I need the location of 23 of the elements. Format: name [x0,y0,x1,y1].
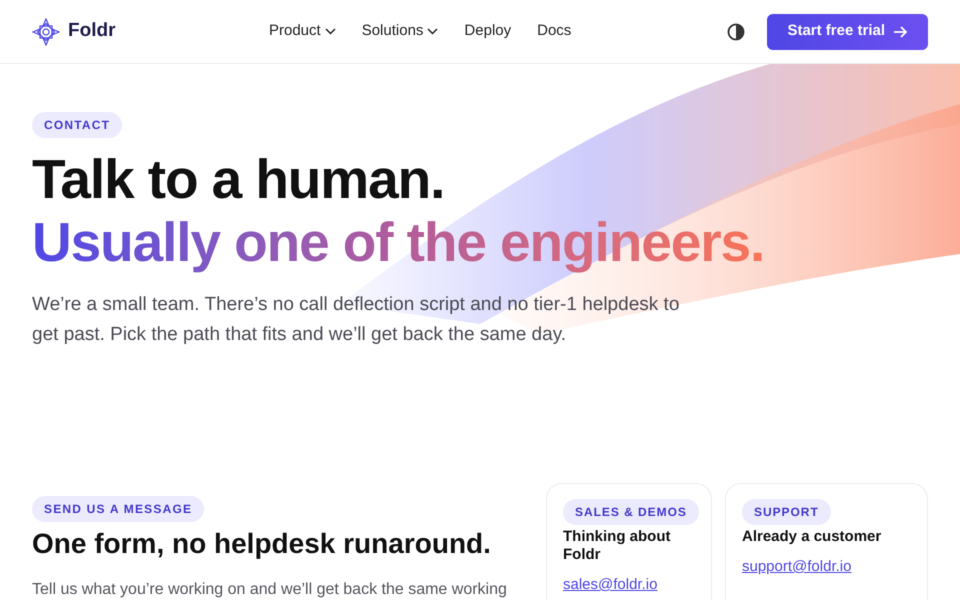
nav-link[interactable]: Solutions [362,20,438,43]
section-eyebrow: CONTACT [32,112,122,138]
section-title: One form, no helpdesk runaround. [32,527,492,561]
card-title: Already a customer [742,528,882,546]
chevron-down-icon [324,28,336,35]
arrow-right-icon [893,26,908,38]
nav-link[interactable]: Docs [537,20,572,43]
card-title: Thinking about Foldr [563,528,672,564]
chevron-down-icon [427,28,438,35]
nav-link[interactable]: Deploy [464,20,512,43]
hero-title: Talk to a human. [32,148,446,210]
section-eyebrow: SEND US A MESSAGE [32,496,204,522]
email-link[interactable]: sales@foldr.io [563,574,695,596]
card-eyebrow: SUPPORT [742,499,831,525]
flower-logo-icon [32,18,60,46]
section-description: Tell us what you’re working on and we’ll get back the same working [32,580,508,600]
email-link[interactable]: support@foldr.io [742,556,911,578]
nav-link[interactable]: Product [269,20,336,43]
brand-name: Foldr [68,19,116,44]
start-trial-button[interactable]: Start free trial [767,14,928,50]
contrast-toggle-icon[interactable] [727,22,746,40]
hero-description: We’re a small team. There’s no call deflection script and no tier-1 helpdesk to get past. Pick the path that fits and we’ll get back the same day. [32,293,680,347]
card-eyebrow: SALES & DEMOS [563,499,699,525]
